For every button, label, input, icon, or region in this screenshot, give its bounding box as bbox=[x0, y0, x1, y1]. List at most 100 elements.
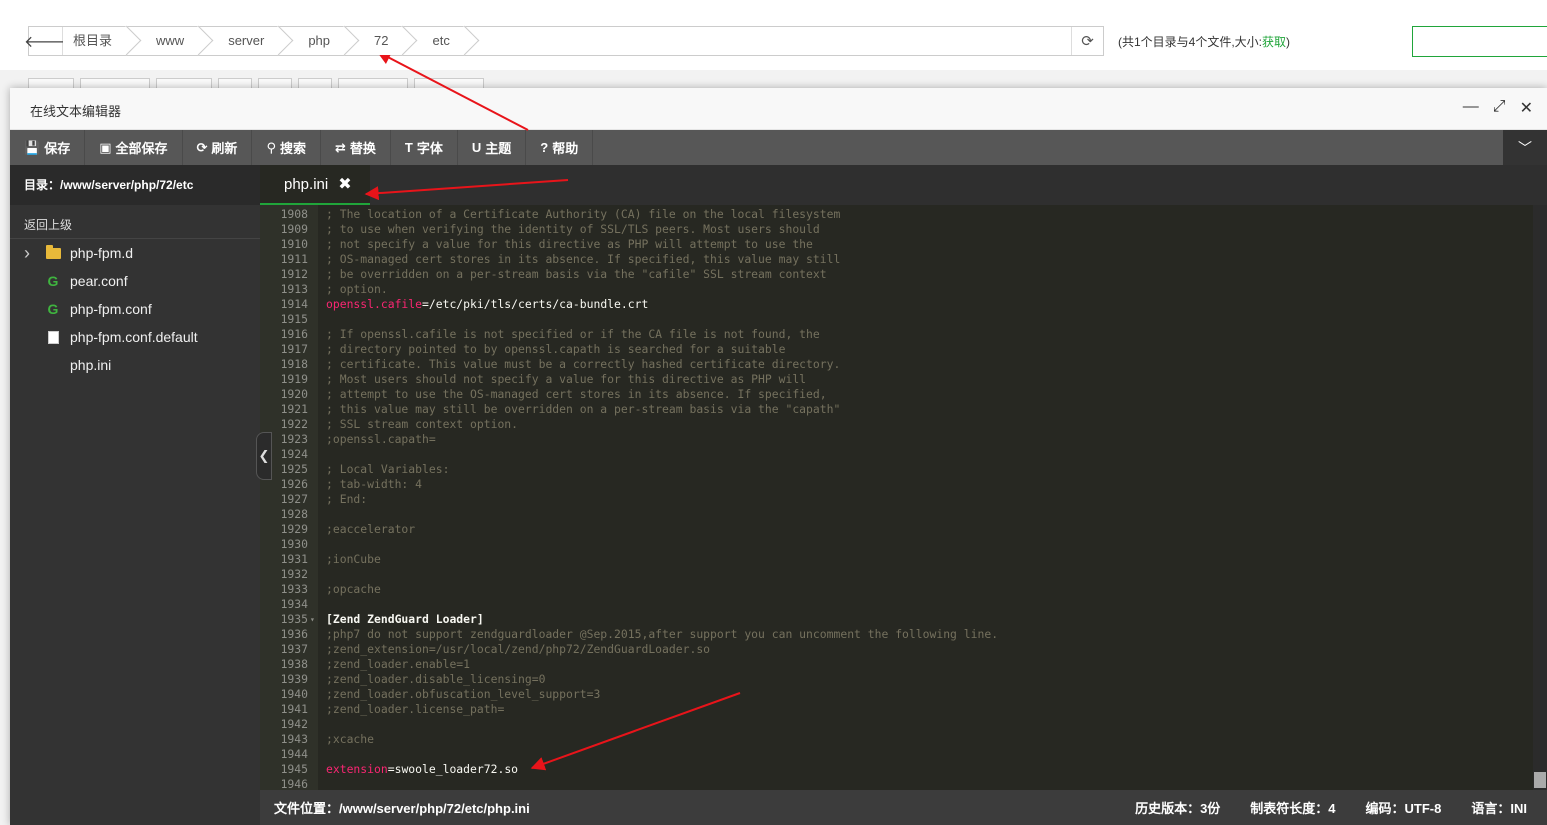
fold-arrow-icon[interactable]: ▾ bbox=[310, 612, 318, 627]
line-number: 1909 bbox=[280, 222, 308, 236]
refresh-path-button[interactable]: ⟳ bbox=[1071, 27, 1103, 55]
history-versions[interactable]: 历史版本：3份 bbox=[1135, 798, 1220, 817]
line-text: ;zend_loader.disable_licensing=0 bbox=[326, 672, 546, 686]
maximize-icon[interactable]: ⤢ bbox=[1493, 98, 1506, 118]
fold-gutter bbox=[310, 717, 318, 732]
file-tree-item[interactable]: › php-fpm.d bbox=[10, 239, 260, 267]
status-bar: 文件位置：/www/server/php/72/etc/php.ini 历史版本… bbox=[260, 790, 1547, 825]
code-line: 1940 ;zend_loader.obfuscation_level_suppo… bbox=[260, 687, 998, 702]
toolbar-button-label: 主题 bbox=[485, 141, 512, 156]
go-up-button[interactable]: 返回上级 bbox=[10, 205, 260, 239]
code-editor[interactable]: 1908 ; The location of a Certificate Auth… bbox=[260, 205, 1547, 790]
code-line: 1929 ;eaccelerator bbox=[260, 522, 998, 537]
line-text: ;zend_extension=/usr/local/zend/php72/Ze… bbox=[326, 642, 711, 656]
vertical-scrollbar[interactable] bbox=[1533, 205, 1547, 790]
refresh-icon: ⟳ bbox=[196, 139, 208, 155]
sidebar-toggle-button[interactable]: ❮ bbox=[256, 432, 272, 480]
toolbar-button-label: 刷新 bbox=[211, 141, 238, 156]
line-number: 1930 bbox=[280, 537, 308, 551]
get-size-link[interactable]: 获取 bbox=[1262, 35, 1286, 49]
code-line: 1941 ;zend_loader.license_path= bbox=[260, 702, 998, 717]
theme-icon: U bbox=[471, 140, 482, 155]
file-tree-item[interactable]: Gphp-fpm.conf bbox=[10, 295, 260, 323]
line-number: 1937 bbox=[280, 642, 308, 656]
code-line: 1930 bbox=[260, 537, 998, 552]
font-icon: T bbox=[404, 140, 413, 155]
toolbar-button-save-all[interactable]: ▣ 全部保存 bbox=[85, 130, 183, 165]
line-text: ; SSL stream context option. bbox=[326, 417, 519, 431]
line-number: 1920 bbox=[280, 387, 308, 401]
breadcrumb: 根目录 www server php 72 etc bbox=[63, 27, 1071, 55]
fold-gutter bbox=[310, 762, 318, 777]
toolbar-button-save[interactable]: 💾 保存 bbox=[10, 130, 86, 165]
file-tree-item[interactable]: php.ini bbox=[10, 351, 260, 379]
code-line: 1910 ; not specify a value for this direc… bbox=[260, 237, 998, 252]
close-tab-icon[interactable]: ✖ bbox=[338, 174, 351, 194]
file-name: php-fpm.conf bbox=[70, 301, 152, 317]
code-line: 1932 bbox=[260, 567, 998, 582]
fold-gutter bbox=[310, 357, 318, 372]
fold-gutter bbox=[310, 237, 318, 252]
toolbar-button-label: 帮助 bbox=[552, 141, 579, 156]
search-input[interactable] bbox=[1412, 26, 1547, 57]
line-text: ;eaccelerator bbox=[326, 522, 416, 536]
fold-gutter bbox=[310, 657, 318, 672]
toolbar-button-help[interactable]: ? 帮助 bbox=[526, 130, 594, 165]
line-text: ; The location of a Certificate Authorit… bbox=[326, 207, 841, 221]
line-text: ;xcache bbox=[326, 732, 375, 746]
breadcrumb-item[interactable]: server bbox=[202, 27, 283, 55]
scroll-thumb[interactable] bbox=[1534, 772, 1546, 788]
fold-gutter bbox=[310, 297, 318, 312]
fold-gutter bbox=[310, 252, 318, 267]
directory-path: 目录：/www/server/php/72/etc bbox=[10, 165, 260, 205]
code-line: 1925; Local Variables: bbox=[260, 462, 998, 477]
line-text bbox=[318, 567, 326, 582]
close-icon[interactable]: ✕ bbox=[1520, 98, 1533, 118]
document-icon bbox=[42, 330, 64, 344]
encoding[interactable]: 编码：UTF-8 bbox=[1366, 798, 1442, 817]
fold-gutter bbox=[310, 567, 318, 582]
fold-gutter bbox=[310, 342, 318, 357]
tab-size[interactable]: 制表符长度：4 bbox=[1250, 798, 1335, 817]
code-line: 1946 bbox=[260, 777, 998, 790]
code-line: 1944 bbox=[260, 747, 998, 762]
fold-gutter bbox=[310, 402, 318, 417]
file-tree-item[interactable]: Gpear.conf bbox=[10, 267, 260, 295]
fold-gutter bbox=[310, 492, 318, 507]
line-text: ; OS-managed cert stores in its absence.… bbox=[326, 252, 841, 266]
help-icon: ? bbox=[540, 140, 549, 155]
line-text: ;zend_loader.enable=1 bbox=[326, 657, 471, 671]
file-tree-item[interactable]: php-fpm.conf.default bbox=[10, 323, 260, 351]
tab-php-ini[interactable]: php.ini ✖ bbox=[260, 165, 370, 205]
collapse-toolbar-button[interactable]: ﹀ bbox=[1503, 130, 1547, 165]
line-text bbox=[318, 717, 326, 732]
line-number: 1936 bbox=[280, 627, 308, 641]
line-text bbox=[318, 537, 326, 552]
back-button[interactable]: 🡐 bbox=[24, 27, 67, 55]
config-file-icon: G bbox=[47, 301, 59, 317]
code-line: 1931 ;ionCube bbox=[260, 552, 998, 567]
toolbar-button-refresh[interactable]: ⟳ 刷新 bbox=[183, 130, 253, 165]
code-line: 1912 ; be overridden on a per-stream basi… bbox=[260, 267, 998, 282]
toolbar-button-theme[interactable]: U 主题 bbox=[458, 130, 527, 165]
toolbar-button-search[interactable]: ⚲ 搜索 bbox=[252, 130, 321, 165]
line-number: 1932 bbox=[280, 567, 308, 581]
line-text bbox=[318, 777, 326, 790]
fold-gutter bbox=[310, 552, 318, 567]
fold-gutter bbox=[310, 372, 318, 387]
code-line: 1927 ; End: bbox=[260, 492, 998, 507]
file-name: php-fpm.d bbox=[70, 245, 134, 261]
fold-gutter bbox=[310, 522, 318, 537]
language[interactable]: 语言：INI bbox=[1471, 798, 1527, 817]
fold-gutter bbox=[310, 477, 318, 492]
toolbar-button-font[interactable]: T 字体 bbox=[391, 130, 458, 165]
file-manager-bar: 🡐 根目录 www server php 72 etc ⟳ (共1个目录与4个文件,大小:… bbox=[0, 0, 1547, 70]
minimize-icon[interactable]: — bbox=[1463, 98, 1479, 118]
line-text: ; End: bbox=[326, 492, 368, 506]
toolbar-button-replace[interactable]: ⇄ 替换 bbox=[321, 130, 391, 165]
fold-gutter bbox=[310, 387, 318, 402]
line-number: 1941 bbox=[280, 702, 308, 716]
fold-gutter bbox=[310, 582, 318, 597]
chevron-right-icon[interactable]: › bbox=[24, 243, 42, 264]
breadcrumb-item[interactable]: 根目录 bbox=[63, 27, 131, 55]
